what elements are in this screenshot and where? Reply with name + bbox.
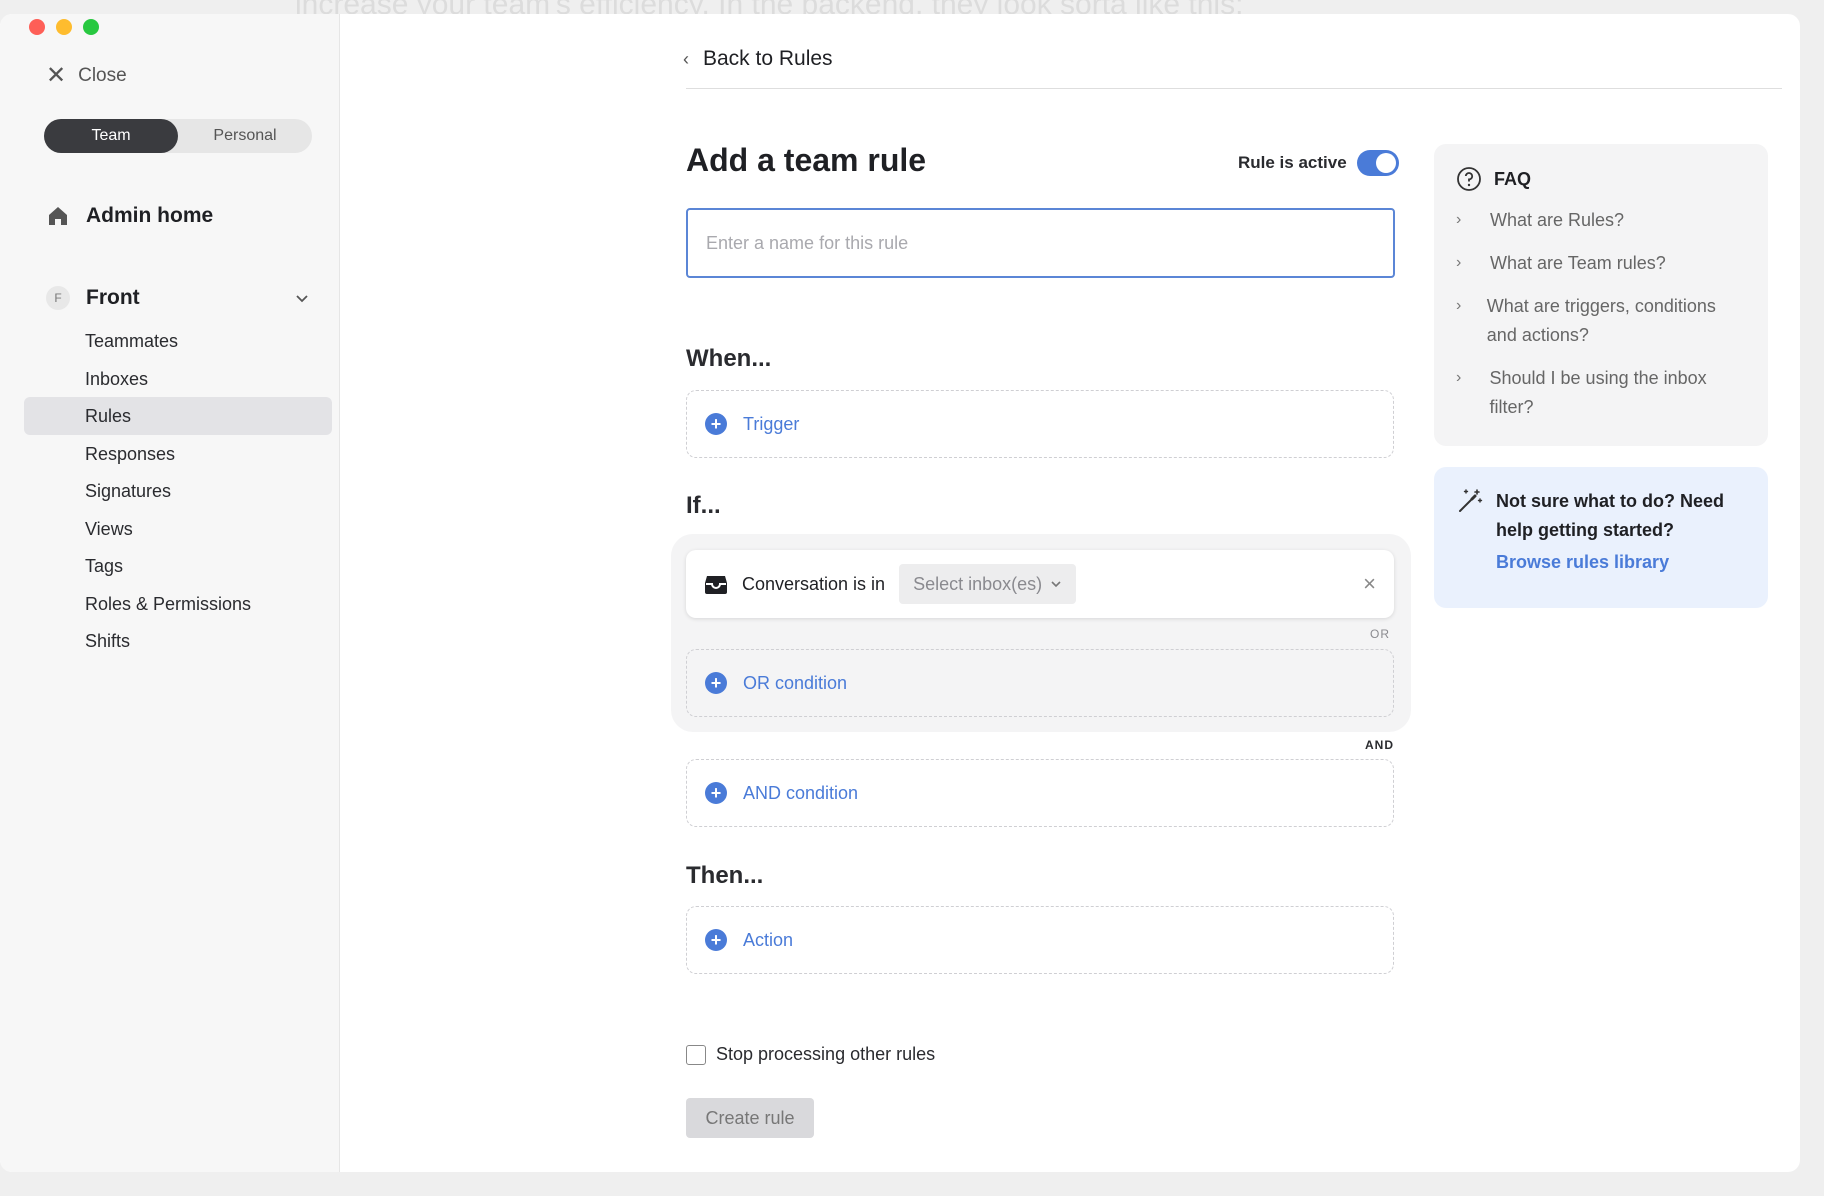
condition-card: Conversation is in Select inbox(es) × [686, 550, 1394, 618]
chevron-down-icon [1051, 581, 1061, 588]
close-label: Close [78, 65, 127, 86]
sidebar-item-shifts[interactable]: Shifts [24, 622, 332, 660]
trigger-label: Trigger [743, 413, 800, 434]
sidebar-nav: Teammates Inboxes Rules Responses Signat… [24, 322, 332, 660]
plus-icon: + [705, 929, 727, 951]
sidebar-item-rules[interactable]: Rules [24, 397, 332, 435]
faq-panel: FAQ › What are Rules? › What are Team ru… [1434, 144, 1768, 446]
sidebar-item-teammates[interactable]: Teammates [24, 322, 332, 360]
faq-item-label: What are triggers, conditions and action… [1486, 296, 1716, 345]
chevron-right-icon: › [1456, 297, 1462, 314]
create-rule-button[interactable]: Create rule [686, 1098, 814, 1138]
sidebar-item-views[interactable]: Views [24, 510, 332, 548]
inbox-icon [705, 576, 727, 594]
sidebar-item-roles-permissions[interactable]: Roles & Permissions [24, 585, 332, 623]
add-trigger-button[interactable]: + Trigger [686, 390, 1394, 458]
help-content: Not sure what to do? Need help getting s… [1496, 487, 1746, 588]
condition-text: Conversation is in [742, 573, 886, 594]
inbox-select[interactable]: Select inbox(es) [899, 564, 1077, 604]
and-condition-label: AND condition [743, 782, 859, 803]
sidebar-item-responses[interactable]: Responses [24, 435, 332, 473]
workspace-badge: F [46, 286, 70, 310]
page-title: Add a team rule [686, 142, 927, 178]
chevron-left-icon: ‹ [683, 48, 689, 69]
chevron-down-icon[interactable] [294, 290, 310, 306]
question-circle-icon [1457, 167, 1481, 191]
chevron-right-icon: › [1456, 254, 1462, 271]
rule-active-toggle[interactable] [1356, 150, 1399, 176]
add-and-condition-button[interactable]: + AND condition [686, 759, 1394, 827]
faq-item[interactable]: › What are triggers, conditions and acti… [1456, 292, 1746, 350]
workspace-name: Front [86, 286, 140, 309]
stop-processing-option: Stop processing other rules [686, 1044, 935, 1065]
segment-team[interactable]: Team [44, 119, 178, 153]
and-separator: AND [1365, 738, 1394, 752]
settings-window: ✕ Close Team Personal Admin home F Front… [0, 14, 1800, 1172]
chevron-right-icon: › [1456, 211, 1462, 228]
close-window-button[interactable] [29, 19, 45, 35]
action-label: Action [743, 929, 794, 950]
sidebar-item-inboxes[interactable]: Inboxes [24, 360, 332, 398]
rule-active-control: Rule is active [1238, 150, 1399, 176]
sidebar: ✕ Close Team Personal Admin home F Front… [0, 14, 340, 1172]
rule-active-label: Rule is active [1238, 153, 1347, 172]
add-or-condition-button[interactable]: + OR condition [686, 649, 1394, 717]
zoom-window-button[interactable] [83, 19, 99, 35]
sidebar-item-signatures[interactable]: Signatures [24, 472, 332, 510]
faq-item-label: What are Rules? [1490, 210, 1625, 230]
inbox-select-placeholder: Select inbox(es) [913, 573, 1043, 594]
segment-personal[interactable]: Personal [178, 119, 312, 153]
workspace-front[interactable]: F Front [46, 286, 310, 310]
divider [686, 88, 1782, 89]
if-heading: If... [686, 492, 721, 519]
faq-header: FAQ [1456, 166, 1746, 192]
sidebar-item-tags[interactable]: Tags [24, 547, 332, 585]
plus-icon: + [705, 672, 727, 694]
minimize-window-button[interactable] [56, 19, 72, 35]
home-icon [49, 207, 67, 225]
faq-item[interactable]: › What are Team rules? [1456, 249, 1746, 278]
close-button[interactable]: ✕ Close [46, 64, 127, 88]
admin-home-link[interactable]: Admin home [46, 204, 213, 228]
window-controls [29, 19, 99, 35]
faq-item[interactable]: › What are Rules? [1456, 206, 1746, 235]
or-separator: OR [1370, 627, 1390, 641]
admin-home-label: Admin home [86, 204, 214, 227]
stop-processing-label: Stop processing other rules [716, 1044, 936, 1064]
browse-rules-library-link[interactable]: Browse rules library [1496, 552, 1746, 573]
remove-condition-icon[interactable]: × [1363, 571, 1376, 597]
then-heading: Then... [686, 862, 764, 889]
close-icon: ✕ [46, 62, 67, 89]
back-to-rules-link[interactable]: ‹ Back to Rules [683, 47, 833, 71]
chevron-right-icon: › [1456, 369, 1462, 386]
plus-icon: + [705, 413, 727, 435]
plus-icon: + [705, 782, 727, 804]
back-label: Back to Rules [703, 47, 833, 70]
faq-item-label: Should I be using the inbox filter? [1489, 368, 1707, 417]
faq-item[interactable]: › Should I be using the inbox filter? [1456, 364, 1746, 422]
when-heading: When... [686, 345, 772, 372]
help-text: Not sure what to do? Need help getting s… [1496, 491, 1725, 540]
rule-name-input[interactable] [686, 208, 1395, 278]
add-action-button[interactable]: + Action [686, 906, 1394, 974]
stop-processing-checkbox[interactable] [686, 1044, 706, 1065]
main-content: ‹ Back to Rules Add a team rule Rule is … [340, 14, 1800, 1172]
help-card: Not sure what to do? Need help getting s… [1434, 467, 1768, 608]
magic-wand-icon [1459, 489, 1483, 512]
or-condition-label: OR condition [743, 672, 848, 693]
faq-item-label: What are Team rules? [1490, 253, 1666, 273]
team-personal-toggle: Team Personal [44, 119, 312, 153]
faq-list: › What are Rules? › What are Team rules?… [1456, 206, 1746, 422]
faq-title: FAQ [1494, 168, 1532, 189]
